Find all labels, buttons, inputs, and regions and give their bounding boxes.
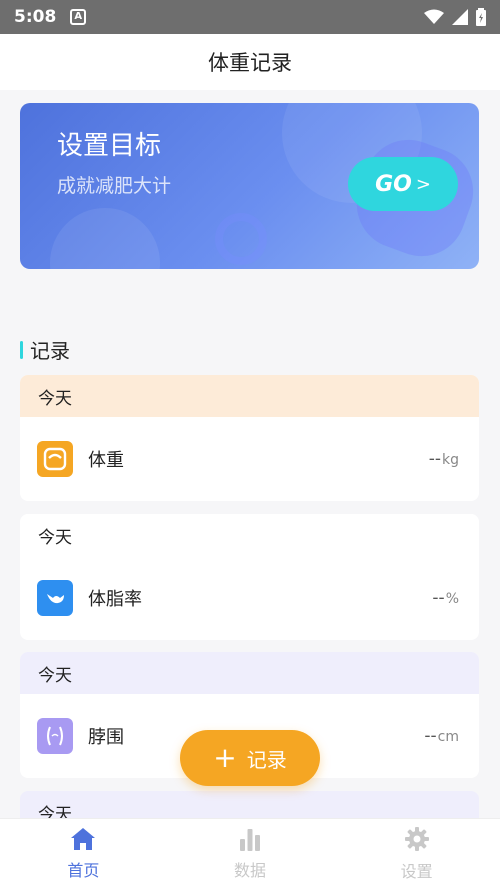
page-title: 体重记录	[208, 51, 292, 75]
gear-icon	[404, 826, 429, 851]
banner-decoration	[50, 208, 160, 269]
neck-icon	[37, 718, 73, 754]
add-record-button[interactable]: + 记录	[180, 730, 320, 786]
record-value-number: --	[428, 449, 441, 469]
add-record-label: 记录	[246, 747, 287, 772]
record-day-label: 今天	[20, 375, 479, 417]
tab-data-label: 数据	[234, 860, 267, 880]
record-unit: %	[445, 591, 459, 607]
tab-settings-label: 设置	[400, 861, 433, 881]
record-card-weight[interactable]: 今天 体重 --kg	[20, 375, 479, 501]
banner-title: 设置目标	[57, 131, 162, 161]
records-section-title: 记录	[20, 335, 70, 364]
record-unit: kg	[442, 452, 459, 468]
battery-icon	[476, 8, 486, 26]
status-bar: 5:08 A	[0, 0, 500, 34]
record-value-number: --	[432, 588, 445, 608]
weight-scale-icon	[37, 441, 73, 477]
go-button[interactable]: GO >	[348, 157, 458, 211]
app-header: 体重记录	[0, 34, 500, 90]
goal-banner[interactable]: 设置目标 成就减肥大计 GO >	[20, 103, 479, 269]
record-day-label: 今天	[20, 514, 479, 556]
record-row[interactable]: 体重 --kg	[20, 417, 479, 501]
go-button-label: GO	[375, 171, 412, 197]
bottom-tab-bar: 首页 数据 设置	[0, 818, 500, 888]
tab-home[interactable]: 首页	[0, 819, 167, 888]
record-card-body-fat[interactable]: 今天 体脂率 --%	[20, 514, 479, 640]
record-value-number: --	[424, 726, 437, 746]
banner-kettlebell-illustration	[215, 213, 267, 265]
record-unit: cm	[437, 729, 459, 745]
banner-subtitle: 成就减肥大计	[57, 175, 172, 197]
record-day-label: 今天	[20, 652, 479, 694]
tab-data[interactable]: 数据	[167, 819, 334, 888]
tab-settings[interactable]: 设置	[333, 819, 500, 888]
bar-chart-icon	[240, 828, 260, 851]
record-value: --%	[432, 588, 459, 608]
status-time: 5:08	[14, 7, 57, 27]
chevron-right-icon: >	[415, 173, 431, 195]
signal-icon	[452, 9, 468, 25]
record-row[interactable]: 体脂率 --%	[20, 556, 479, 640]
record-name: 体重	[88, 450, 124, 471]
plus-icon: +	[213, 741, 237, 774]
section-title-text: 记录	[30, 339, 70, 363]
tab-home-label: 首页	[67, 860, 100, 880]
record-value: --kg	[429, 449, 459, 469]
record-name: 脖围	[88, 727, 124, 748]
notification-icon: A	[70, 9, 87, 25]
section-accent-bar	[20, 340, 23, 359]
record-value: --cm	[424, 726, 459, 746]
wifi-icon	[424, 9, 444, 24]
status-icons	[424, 8, 486, 26]
home-icon	[71, 827, 96, 850]
body-fat-icon	[37, 580, 73, 616]
record-name: 体脂率	[88, 589, 142, 610]
